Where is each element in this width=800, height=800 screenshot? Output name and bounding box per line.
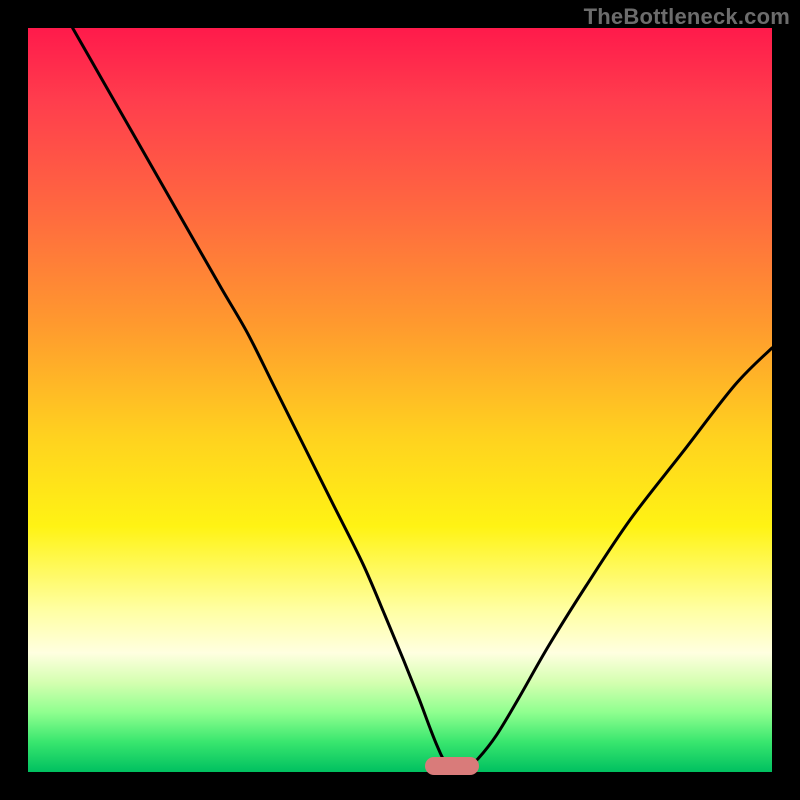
plot-area [28,28,772,772]
bottleneck-curve [28,28,772,772]
watermark-text: TheBottleneck.com [584,4,790,30]
curve-path [73,28,772,769]
chart-frame: TheBottleneck.com [0,0,800,800]
minimum-marker [425,757,479,775]
